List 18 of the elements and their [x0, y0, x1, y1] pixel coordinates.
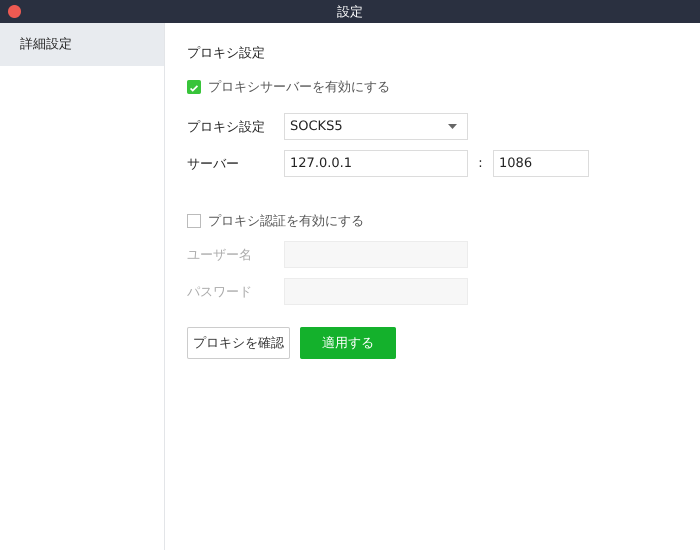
caret-icon — [448, 124, 457, 129]
port-field[interactable]: 1086 — [493, 150, 589, 177]
close-button[interactable] — [8, 5, 21, 18]
proxy-type-dropdown[interactable]: SOCKS5 — [284, 113, 468, 140]
window-title: 設定 — [337, 4, 363, 20]
field-label: プロキシ設定 — [187, 118, 266, 136]
sidebar-item[interactable]: 詳細設定 — [0, 23, 164, 66]
field-label: ユーザー名 — [187, 246, 253, 264]
host-field[interactable]: 127.0.0.1 — [284, 150, 468, 177]
checkbox-label: プロキシサーバーを有効にする — [208, 79, 390, 96]
checkbox[interactable] — [187, 80, 201, 94]
checkbox[interactable] — [187, 214, 201, 228]
field-label: サーバー — [187, 156, 240, 172]
checkbox-label: プロキシ認証を有効にする — [208, 213, 364, 230]
separator: : — [477, 156, 484, 171]
check-proxy-button[interactable]: プロキシを確認 — [187, 327, 290, 359]
section-title: プロキシ設定 — [187, 45, 266, 63]
field-label: パスワード — [187, 284, 253, 300]
